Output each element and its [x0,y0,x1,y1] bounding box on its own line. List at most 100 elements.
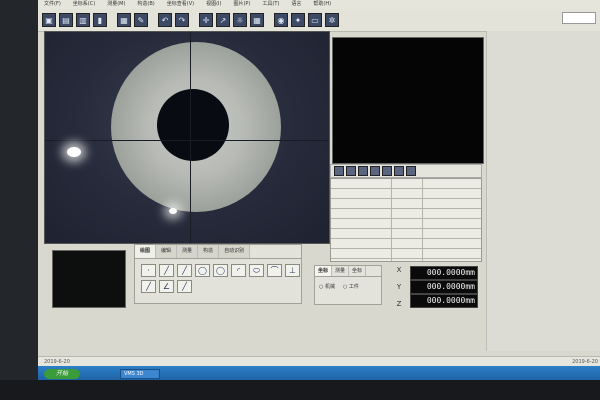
line-tool-icon[interactable]: ╱ [159,264,174,277]
tab-coordinate-alt[interactable]: 坐标 [349,266,367,276]
zoom-select[interactable] [562,12,596,24]
table-row[interactable] [331,259,481,261]
z-readout: 000.0000mm [410,294,478,308]
tab-measure-coord[interactable]: 测量 [332,266,350,276]
circle-tool-icon[interactable]: ◯ [195,264,210,277]
table-row[interactable] [331,189,481,199]
zoom-out-icon[interactable] [346,166,356,176]
table-row[interactable] [331,199,481,209]
menu-bar: 文件(F) 坐标系(C) 测量(M) 构造(B) 坐标查看(V) 视图(I) 图… [38,0,600,9]
coordinate-mode-options: ○ 机械 ○ 工件 [315,277,381,296]
tab-auto-detect[interactable]: 自动识别 [219,245,251,258]
measurement-table [330,178,482,262]
table-row[interactable] [331,219,481,229]
table-row[interactable] [331,239,481,249]
angle-tool-icon[interactable]: ∠ [159,280,174,293]
distance-tool-icon[interactable]: ╱ [177,280,192,293]
table-row[interactable] [331,229,481,239]
coordinate-panel: 坐标 测量 坐标 ○ 机械 ○ 工件 [314,265,382,305]
menu-item-tools[interactable]: 工具(T) [262,0,279,9]
crosshair-vertical [190,32,191,243]
table-row[interactable] [331,209,481,219]
curve-tool-icon[interactable]: ⌒ [267,264,282,277]
coordinate-readouts: 000.0000mm 000.0000mm 000.0000mm [410,266,478,308]
y-readout: 000.0000mm [410,280,478,294]
print-icon[interactable]: ▥ [76,13,90,27]
navigation-thumbnail[interactable] [52,250,126,308]
crosshair-horizontal [45,140,329,141]
right-side-panel [486,31,600,351]
part-hole [157,89,229,161]
tab-draw[interactable]: 绘图 [135,245,157,258]
menu-item-view[interactable]: 视图(I) [206,0,221,9]
tool-panel: 绘图 编辑 测量 构造 自动识别 · ╱ ╱ ◯ ◯ ◜ ⬭ ⌒ ⊥ ╱ ∠ ╱ [134,244,302,304]
tool-grid: · ╱ ╱ ◯ ◯ ◜ ⬭ ⌒ ⊥ ╱ ∠ ╱ [135,259,301,298]
perpendicular-tool-icon[interactable]: ⊥ [285,264,300,277]
zoom-in-icon[interactable] [334,166,344,176]
open-icon[interactable]: ▣ [42,13,56,27]
start-button[interactable]: 开始 [44,369,80,379]
table-row[interactable] [331,249,481,259]
table-row[interactable] [331,179,481,189]
grid-icon[interactable]: ▦ [117,13,131,27]
measurement-toolbar [330,164,482,178]
radio-workpiece[interactable]: ○ 工件 [343,283,359,290]
image-icon[interactable]: ▭ [308,13,322,27]
menu-item-construct[interactable]: 构造(B) [137,0,154,9]
line2-tool-icon[interactable]: ╱ [177,264,192,277]
radio-workpiece-label: 工件 [348,284,359,290]
zoom-fit-icon[interactable] [358,166,368,176]
bulb-icon[interactable]: ✦ [291,13,305,27]
export-icon[interactable] [394,166,404,176]
gear-icon[interactable]: ✲ [325,13,339,27]
main-toolbar: ▣ ▤ ▥ ▮ ▦ ✎ ↶ ↷ ✛ ↗ ☼ ▦ ◉ ✦ ▭ ✲ [38,9,600,32]
menu-item-help[interactable]: 帮助(H) [313,0,331,9]
radio-machine-label: 机械 [324,284,335,290]
settings-icon[interactable]: ✎ [134,13,148,27]
menu-item-measure[interactable]: 测量(M) [107,0,125,9]
axis-x-label: X [396,266,402,274]
arc-tool-icon[interactable]: ◜ [231,264,246,277]
radio-machine[interactable]: ○ 机械 [319,283,335,290]
crosshair-icon[interactable]: ✛ [199,13,213,27]
monitor-bezel [0,0,38,400]
delete-icon[interactable] [382,166,392,176]
save-icon[interactable]: ▤ [59,13,73,27]
menu-item-language[interactable]: 语言 [291,0,301,9]
ellipse-tool-icon[interactable]: ⬭ [249,264,264,277]
status-left: 2019-6-20 [44,359,70,365]
monitor-bezel-bottom [0,380,600,400]
chart-icon[interactable]: ▮ [93,13,107,27]
menu-item-file[interactable]: 文件(F) [44,0,61,9]
redo-icon[interactable]: ↷ [175,13,189,27]
search-icon[interactable] [370,166,380,176]
light-icon[interactable]: ☼ [233,13,247,27]
tab-measure[interactable]: 测量 [177,245,199,258]
coordinate-tabs: 坐标 测量 坐标 [315,266,381,277]
tab-construct[interactable]: 构造 [198,245,220,258]
menu-item-coordinate[interactable]: 坐标系(C) [73,0,95,9]
camera-view[interactable] [44,31,330,244]
x-readout: 000.0000mm [410,266,478,280]
axis-z-label: Z [396,300,402,308]
tab-edit[interactable]: 编辑 [156,245,178,258]
light-reflection [169,208,177,214]
menu-item-picture[interactable]: 图片(P) [233,0,250,9]
table-icon[interactable] [406,166,416,176]
application-window: 文件(F) 坐标系(C) 测量(M) 构造(B) 坐标查看(V) 视图(I) 图… [38,0,600,382]
table-icon[interactable]: ▦ [250,13,264,27]
slope-tool-icon[interactable]: ╱ [141,280,156,293]
taskbar-app-item[interactable]: VMS 3D [120,369,160,379]
axis-labels: X Y Z [392,266,406,308]
tab-coordinate[interactable]: 坐标 [315,266,333,276]
tool-tabs: 绘图 编辑 测量 构造 自动识别 [135,245,301,259]
point-tool-icon[interactable]: · [141,264,156,277]
menu-item-view-coords[interactable]: 坐标查看(V) [167,0,194,9]
axis-y-label: Y [396,283,402,291]
secondary-preview [332,37,484,164]
camera-icon[interactable]: ◉ [274,13,288,27]
probe-icon[interactable]: ↗ [216,13,230,27]
light-reflection [67,147,81,157]
undo-icon[interactable]: ↶ [158,13,172,27]
circle2-tool-icon[interactable]: ◯ [213,264,228,277]
